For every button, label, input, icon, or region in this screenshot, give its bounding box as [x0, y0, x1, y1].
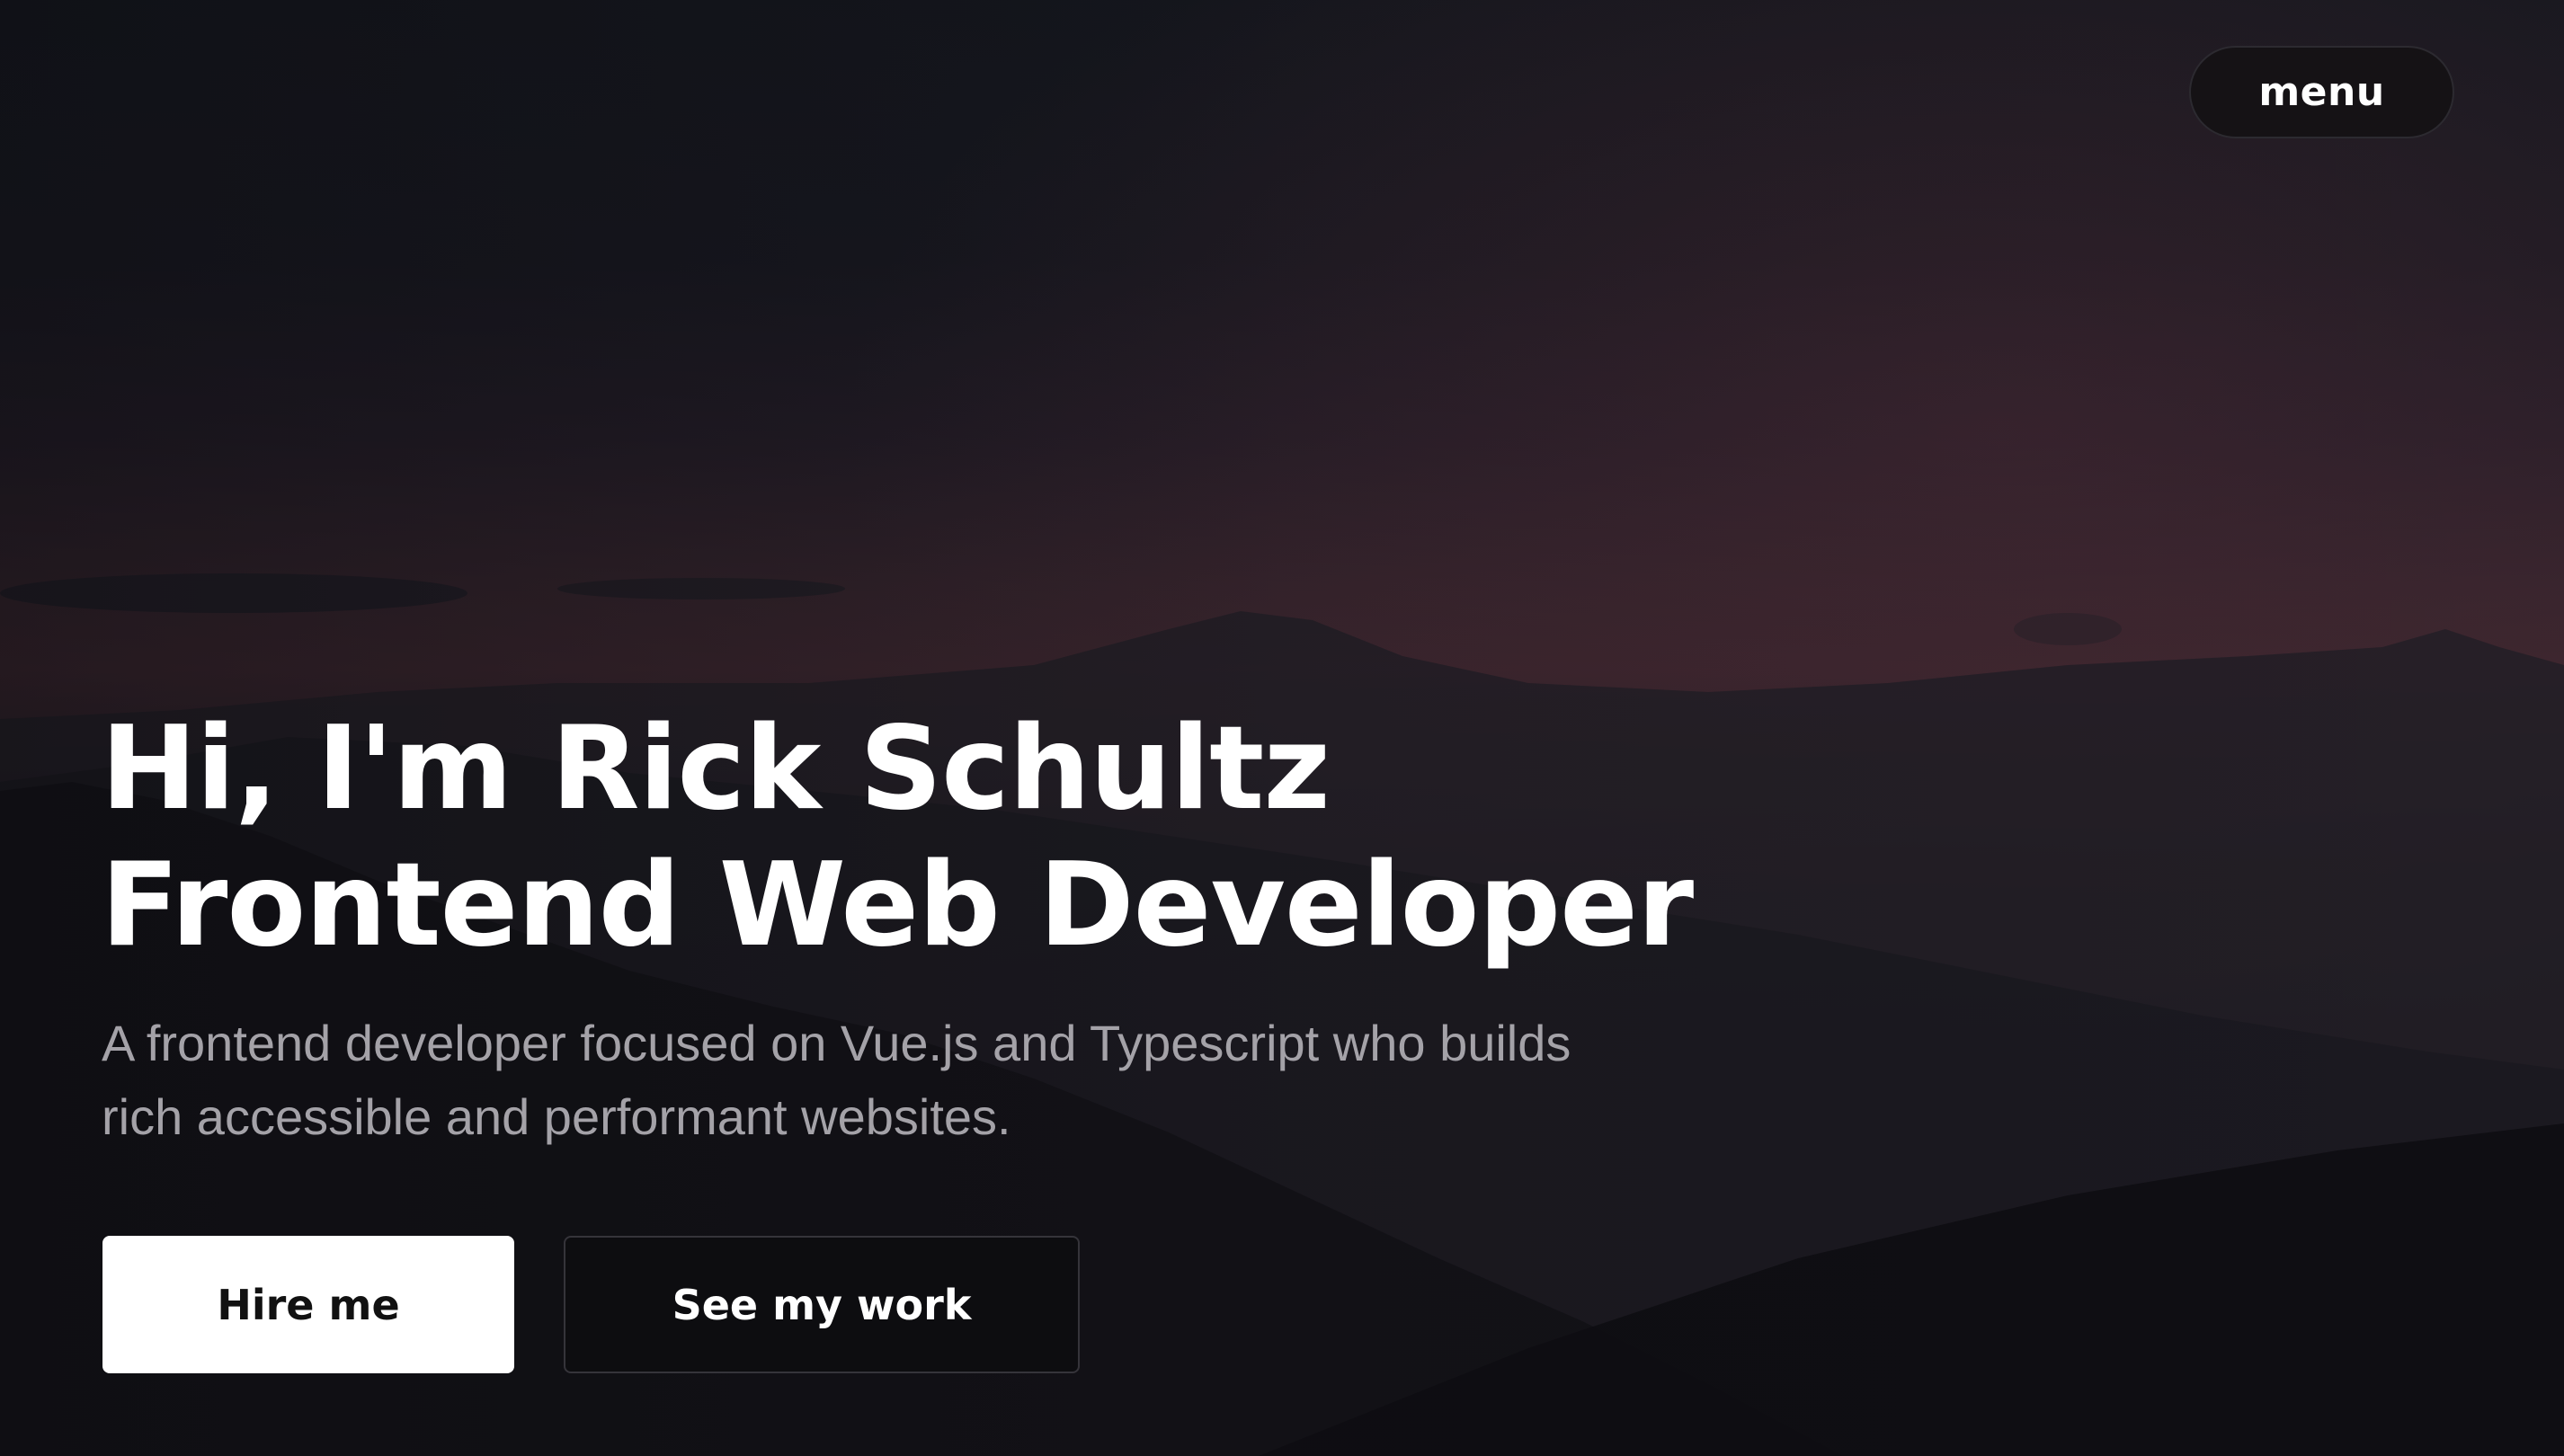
hero-heading: Hi, I'm Rick Schultz Frontend Web Develo… [101, 701, 1694, 974]
menu-button-label: menu [2258, 69, 2385, 115]
see-my-work-button[interactable]: See my work [564, 1236, 1080, 1373]
see-my-work-button-label: See my work [672, 1280, 972, 1329]
hire-me-button-label: Hire me [217, 1280, 400, 1329]
hire-me-button[interactable]: Hire me [102, 1236, 514, 1373]
hero-heading-line-1: Hi, I'm Rick Schultz [101, 702, 1331, 836]
hero-heading-line-2: Frontend Web Developer [101, 839, 1694, 972]
menu-button[interactable]: menu [2189, 46, 2454, 138]
hero-description: A frontend developer focused on Vue.js a… [102, 1015, 1571, 1145]
hero-section: menu Hi, I'm Rick Schultz Frontend Web D… [0, 0, 2564, 1456]
